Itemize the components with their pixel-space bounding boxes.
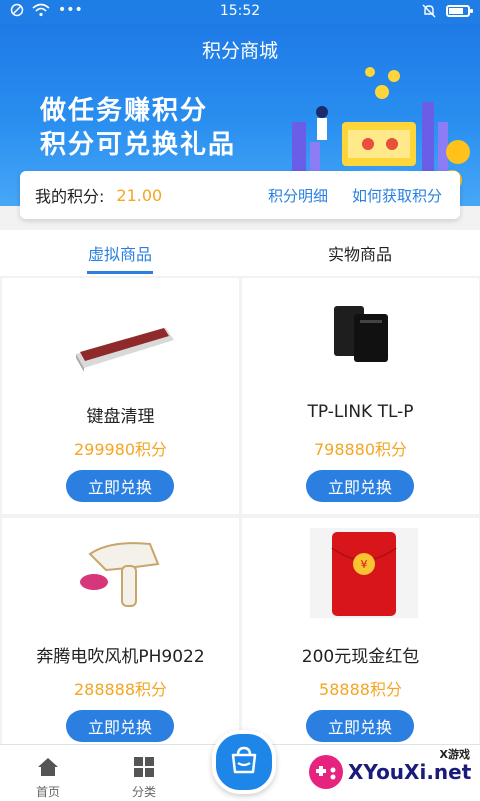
- product-price: 798880积分: [313, 440, 408, 459]
- keyboard-image: [70, 288, 178, 378]
- shopping-bag-button[interactable]: [212, 730, 276, 794]
- tab-physical-goods[interactable]: 实物商品: [240, 230, 480, 276]
- active-tab-indicator: [87, 271, 153, 274]
- points-detail-link[interactable]: 积分明细: [268, 185, 328, 206]
- product-card[interactable]: 键盘清理 299980积分 立即兑换: [2, 278, 239, 514]
- watermark-text: XYouXi.net: [348, 760, 472, 784]
- hair-dryer-image: [70, 528, 178, 618]
- product-name: 200元现金红包: [301, 647, 420, 667]
- product-card[interactable]: ¥ 200元现金红包 58888积分 立即兑换: [242, 518, 479, 754]
- points-value: 21.00: [116, 185, 163, 205]
- gamepad-logo-icon: [309, 755, 343, 789]
- status-bar: ••• 15:52: [0, 0, 480, 24]
- status-time: 15:52: [219, 3, 261, 19]
- home-icon: [38, 758, 58, 776]
- how-to-earn-points-link[interactable]: 如何获取积分: [352, 185, 442, 206]
- watermark: X游戏 XYouXi.net: [300, 746, 480, 800]
- powerline-adapter-image: [310, 288, 418, 378]
- product-card[interactable]: TP-LINK TL-P 798880积分 立即兑换: [242, 278, 479, 514]
- points-label: 我的积分:: [35, 187, 105, 206]
- product-price: 299980积分: [73, 440, 168, 459]
- battery-icon: [446, 5, 473, 17]
- category-grid-icon: [134, 757, 154, 777]
- product-type-tabs: 虚拟商品 实物商品: [0, 230, 480, 276]
- nav-label: 首页: [35, 785, 60, 799]
- tab-virtual-goods[interactable]: 虚拟商品: [0, 230, 240, 276]
- tab-label: 实物商品: [327, 245, 392, 264]
- redeem-button[interactable]: 立即兑换: [66, 710, 174, 742]
- nav-label: 分类: [131, 785, 156, 799]
- product-card[interactable]: 奔腾电吹风机PH9022 288888积分 立即兑换: [2, 518, 239, 754]
- slogan-line-1: 做任务赚积分: [40, 96, 209, 126]
- svg-text:¥: ¥: [361, 558, 368, 571]
- tab-label: 虚拟商品: [87, 245, 152, 264]
- shopping-bag-icon: [231, 746, 257, 774]
- product-name: 奔腾电吹风机PH9022: [36, 647, 205, 667]
- banner-slogan: 做任务赚积分 积分可兑换礼品: [40, 94, 236, 162]
- redeem-button[interactable]: 立即兑换: [306, 710, 414, 742]
- product-price: 58888积分: [319, 680, 402, 699]
- notification-off-icon: [422, 4, 436, 18]
- slogan-line-2: 积分可兑换礼品: [40, 130, 237, 160]
- product-name: 键盘清理: [86, 407, 155, 427]
- points-summary-card: 我的积分: 21.00 积分明细 如何获取积分: [20, 171, 460, 219]
- red-packet-image: ¥: [310, 528, 418, 618]
- product-name: TP-LINK TL-P: [307, 402, 414, 422]
- product-price: 288888积分: [73, 680, 168, 699]
- redeem-button[interactable]: 立即兑换: [306, 470, 414, 502]
- nav-category[interactable]: 分类: [96, 745, 192, 801]
- redeem-button[interactable]: 立即兑换: [66, 470, 174, 502]
- nav-home[interactable]: 首页: [0, 745, 96, 801]
